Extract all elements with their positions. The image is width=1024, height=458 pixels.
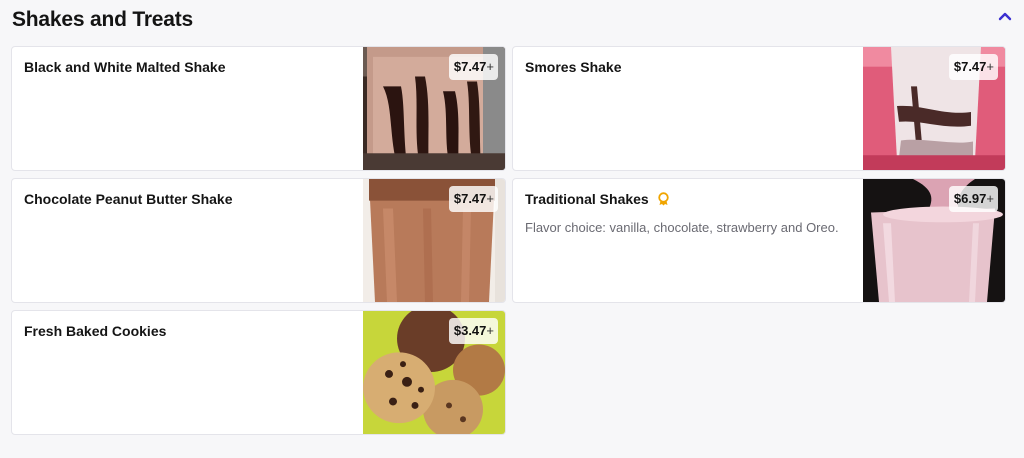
- price-tag: $6.97+: [948, 186, 998, 212]
- menu-item-name: Smores Shake: [525, 59, 622, 75]
- menu-item-text: Black and White Malted Shake: [12, 47, 363, 170]
- smores-shake-photo: $7.47+: [863, 47, 1005, 170]
- award-ribbon-icon: [658, 192, 669, 206]
- section-header: Shakes and Treats: [12, 6, 1012, 34]
- menu-item-text: Fresh Baked Cookies: [12, 311, 363, 434]
- menu-item-name: Chocolate Peanut Butter Shake: [24, 191, 233, 207]
- menu-item-text: Traditional Shakes Flavor choice: vanill…: [513, 179, 863, 302]
- strawberry-shake-photo: $6.97+: [863, 179, 1005, 302]
- price-tag: $7.47+: [948, 54, 998, 80]
- collapse-button[interactable]: [994, 5, 1016, 27]
- menu-item-name: Black and White Malted Shake: [24, 59, 226, 75]
- menu-item-card[interactable]: Black and White Malted Shake $7.47+: [11, 46, 506, 171]
- menu-item-description: Flavor choice: vanilla, chocolate, straw…: [525, 220, 839, 235]
- price-tag: $7.47+: [448, 54, 498, 80]
- chocolate-drizzle-shake-photo: $7.47+: [363, 47, 505, 170]
- section-title: Shakes and Treats: [12, 8, 194, 31]
- chocolate-peanut-butter-shake-photo: $7.47+: [363, 179, 505, 302]
- menu-item-text: Chocolate Peanut Butter Shake: [12, 179, 363, 302]
- menu-item-card[interactable]: Fresh Baked Cookies $3.47+: [11, 310, 506, 435]
- chevron-up-icon: [998, 12, 1012, 21]
- menu-item-card[interactable]: Traditional Shakes Flavor choice: vanill…: [512, 178, 1006, 303]
- price-tag: $7.47+: [448, 186, 498, 212]
- menu-item-name: Traditional Shakes: [525, 191, 851, 207]
- menu-item-name: Fresh Baked Cookies: [24, 323, 167, 339]
- menu-item-card[interactable]: Chocolate Peanut Butter Shake $7.47+: [11, 178, 506, 303]
- menu-item-card[interactable]: Smores Shake $7.47+: [512, 46, 1006, 171]
- menu-items-grid: Black and White Malted Shake $7.47+ Smor…: [11, 46, 1006, 435]
- menu-item-text: Smores Shake: [513, 47, 863, 170]
- price-tag: $3.47+: [448, 318, 498, 344]
- chocolate-chip-cookies-photo: $3.47+: [363, 311, 505, 434]
